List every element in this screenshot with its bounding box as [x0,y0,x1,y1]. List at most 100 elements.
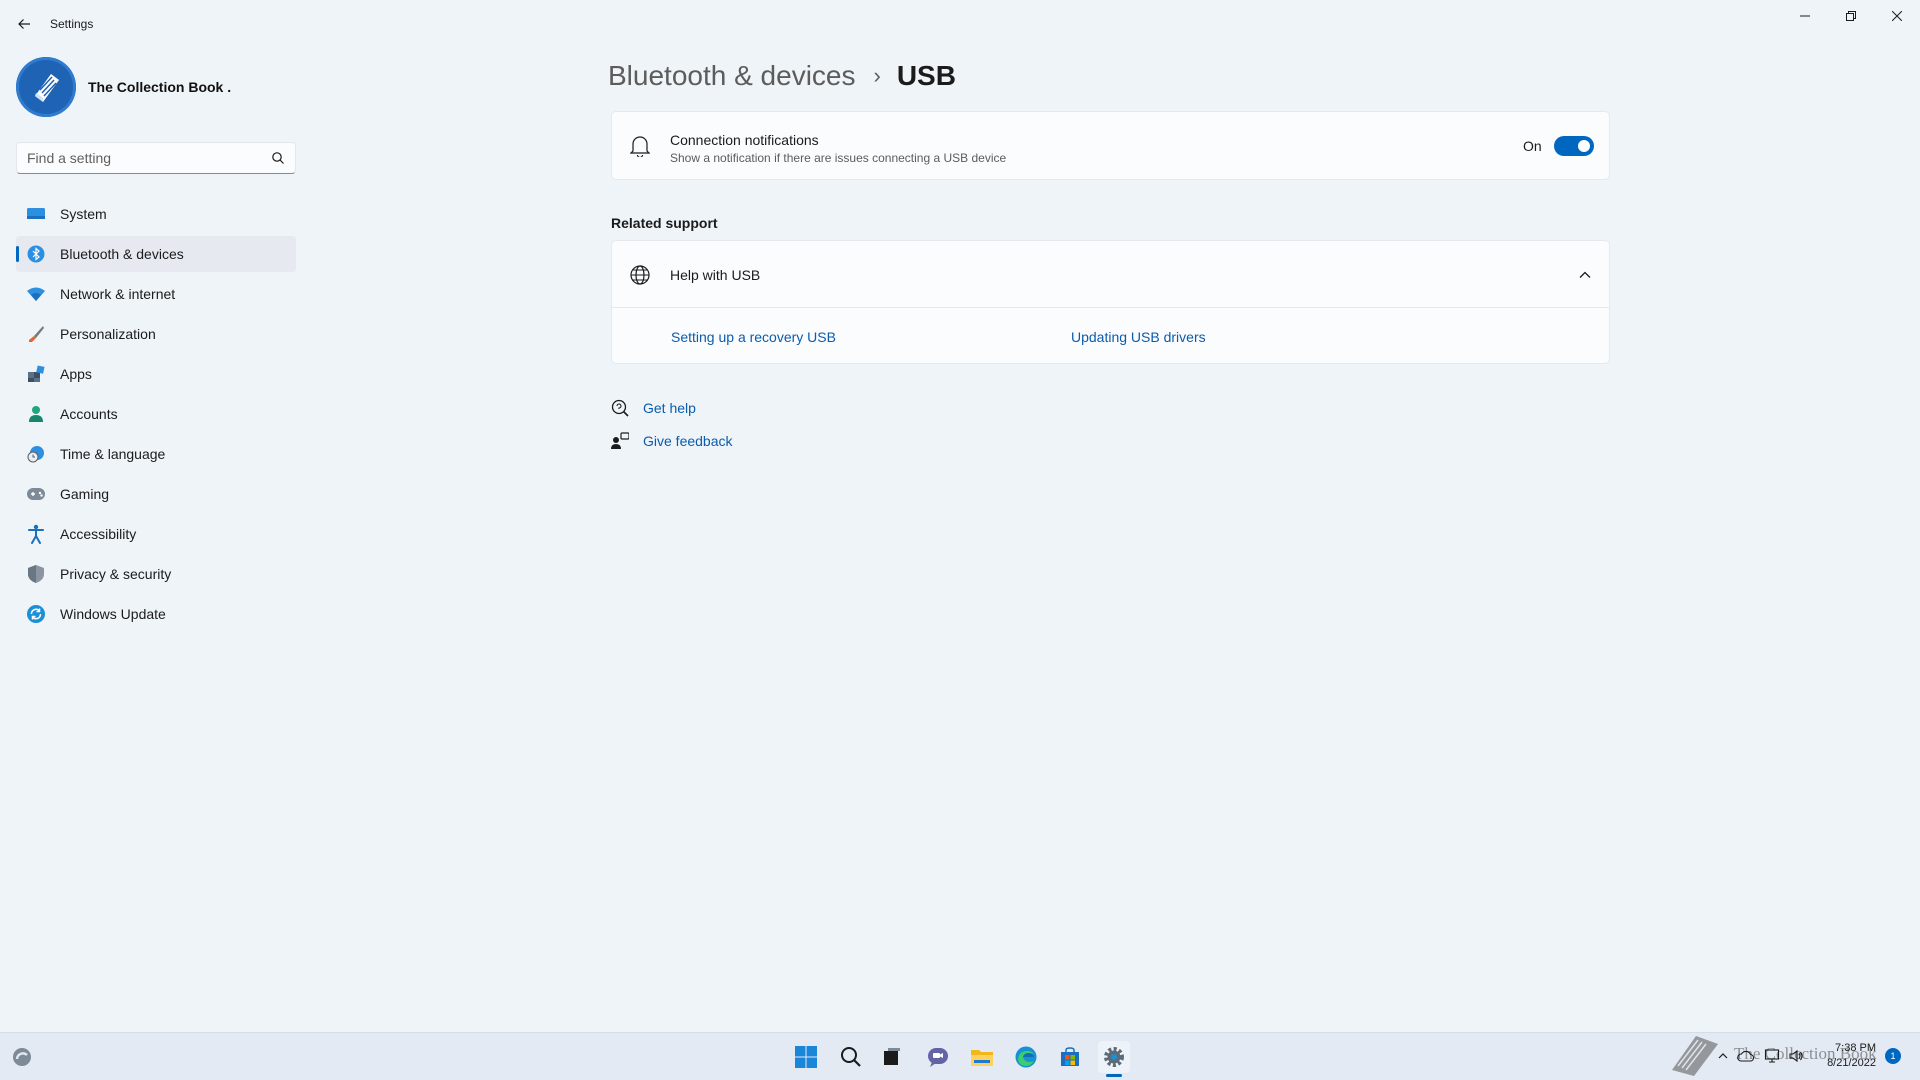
chat-icon [928,1048,948,1067]
clock-date: 8/21/2022 [1827,1057,1876,1069]
get-help-label: Get help [643,400,696,416]
task-view-icon [884,1048,900,1065]
close-button[interactable] [1874,0,1920,32]
connection-notifications-card: Connection notifications Show a notifica… [611,111,1610,180]
sidebar-item-label: Bluetooth & devices [60,246,184,262]
clock-button[interactable]: 7:38 PM 8/21/2022 [1812,1041,1876,1071]
close-icon [1892,11,1902,21]
file-explorer-button[interactable] [966,1041,998,1073]
sidebar-item-label: System [60,206,107,222]
profile-name: The Collection Book . [88,79,232,95]
give-feedback-label: Give feedback [643,433,733,449]
sidebar-item-bluetooth-devices[interactable]: Bluetooth & devices [16,236,296,272]
windows-logo-icon [795,1046,817,1068]
microsoft-store-button[interactable] [1054,1041,1086,1073]
give-feedback-link[interactable]: Give feedback [611,431,733,451]
help-with-usb-expander[interactable]: Help with USB [612,241,1609,308]
taskbar-search-button[interactable] [835,1041,867,1073]
brush-icon [26,324,46,344]
notification-center-badge[interactable]: 1 [1885,1048,1901,1064]
help-chat-icon [611,399,629,417]
get-help-link[interactable]: Get help [611,398,696,418]
sidebar-item-personalization[interactable]: Personalization [16,316,296,352]
teams-chat-button[interactable] [922,1041,954,1073]
toggle-knob [1578,140,1590,152]
sidebar-item-apps[interactable]: Apps [16,356,296,392]
monitor-icon [26,204,46,224]
sidebar-item-windows-update[interactable]: Windows Update [16,596,296,632]
setting-title: Connection notifications [670,132,819,148]
sidebar-item-label: Privacy & security [60,566,172,582]
settings-window: Settings The Collection Book . Find a se… [0,0,1920,1032]
help-with-usb-card: Help with USB Setting up a recovery USB … [611,240,1610,364]
chevron-up-icon [1718,1053,1728,1059]
clock-time: 7:38 PM [1835,1042,1876,1054]
title-bar: Settings [0,0,1920,48]
volume-button[interactable] [1784,1048,1808,1064]
feedback-icon [611,432,629,450]
task-view-button[interactable] [876,1041,908,1073]
active-app-indicator [1106,1074,1122,1077]
restore-button[interactable] [1828,0,1874,32]
minimize-button[interactable] [1782,0,1828,32]
widgets-icon [13,1048,31,1066]
system-tray [1714,1040,1808,1072]
section-heading-related-support: Related support [611,215,718,231]
active-indicator [16,246,19,262]
update-icon [26,604,46,624]
wifi-icon [26,284,46,304]
usb-drivers-link[interactable]: Updating USB drivers [1071,329,1206,345]
show-hidden-icons-button[interactable] [1714,1050,1732,1062]
search-icon [272,152,284,164]
connection-notifications-toggle[interactable] [1554,136,1594,156]
sidebar-item-accessibility[interactable]: Accessibility [16,516,296,552]
help-title: Help with USB [670,267,761,283]
sidebar-item-label: Accessibility [60,526,137,542]
cloud-icon [1737,1050,1755,1062]
search-box[interactable] [16,142,296,174]
back-arrow-icon [18,19,30,29]
user-profile[interactable]: The Collection Book . [16,56,231,118]
avatar [16,57,76,117]
restore-icon [1846,11,1856,21]
sidebar-item-privacy-security[interactable]: Privacy & security [16,556,296,592]
minimize-icon [1800,15,1810,17]
sidebar-item-accounts[interactable]: Accounts [16,396,296,432]
sidebar-item-label: Gaming [60,486,110,502]
app-title: Settings [50,17,94,31]
sidebar-item-time-language[interactable]: Time & language [16,436,296,472]
globe-icon [628,263,652,287]
speaker-icon [1789,1049,1803,1063]
sidebar-item-system[interactable]: System [16,196,296,232]
bluetooth-icon [26,244,46,264]
folder-icon [971,1050,993,1066]
start-button[interactable] [790,1041,822,1073]
back-button[interactable] [12,12,36,36]
network-button[interactable] [1760,1048,1784,1064]
settings-app-button[interactable] [1098,1041,1130,1073]
taskbar [0,1032,1920,1080]
gear-icon [1104,1047,1124,1067]
recovery-usb-link[interactable]: Setting up a recovery USB [671,329,836,345]
edge-browser-button[interactable] [1010,1041,1042,1073]
breadcrumb: Bluetooth & devices › USB [608,56,956,96]
sidebar-item-gaming[interactable]: Gaming [16,476,296,512]
page-title: USB [896,60,956,91]
sidebar-item-label: Accounts [60,406,118,422]
search-icon [841,1047,861,1067]
breadcrumb-parent-link[interactable]: Bluetooth & devices [608,60,856,92]
book-logo-icon [35,74,59,102]
setting-description: Show a notification if there are issues … [670,151,1007,165]
accessibility-icon [26,524,46,544]
chevron-up-icon [1579,271,1591,278]
sidebar-item-label: Time & language [60,446,166,462]
widgets-button[interactable] [6,1041,38,1073]
onedrive-button[interactable] [1732,1049,1760,1063]
person-icon [26,404,46,424]
globe-clock-icon [26,444,46,464]
bell-icon [628,134,652,158]
search-input[interactable] [17,150,257,166]
apps-icon [26,364,46,384]
sidebar-item-network[interactable]: Network & internet [16,276,296,312]
toggle-state-label: On [1523,138,1542,154]
